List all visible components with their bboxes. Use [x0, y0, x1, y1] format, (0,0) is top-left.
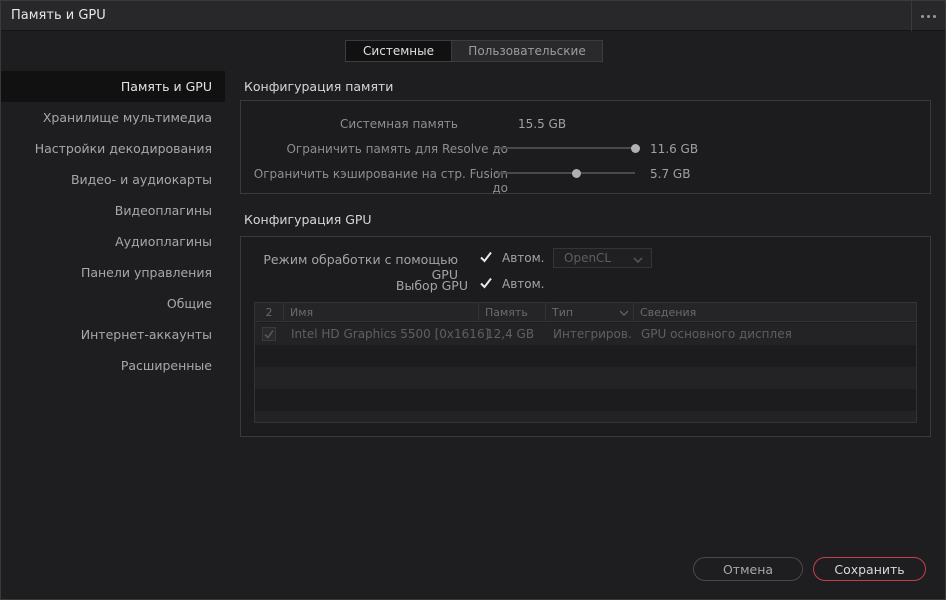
more-options-icon[interactable]: [911, 1, 945, 31]
row-checkbox[interactable]: [259, 323, 281, 345]
save-button[interactable]: Сохранить: [813, 557, 926, 581]
sidebar-item-decode-options[interactable]: Настройки декодирования: [1, 133, 225, 164]
sidebar-item-general[interactable]: Общие: [1, 288, 225, 319]
table-row: [255, 411, 916, 422]
gpu-select-auto-checkbox[interactable]: [479, 276, 493, 290]
table-row: [255, 389, 916, 411]
tab-system[interactable]: Системные: [346, 41, 452, 61]
title-bar: Память и GPU: [1, 1, 945, 31]
fusion-limit-label: Ограничить кэширование на стр. Fusion до: [253, 167, 508, 195]
sidebar-item-memory-gpu[interactable]: Память и GPU: [1, 71, 225, 102]
window-title: Память и GPU: [11, 8, 106, 23]
gpu-type-cell: Интегриров.: [553, 327, 632, 341]
gpu-table: 2 Имя Память Тип Сведения Intel HD Graph…: [254, 302, 917, 423]
resolve-limit-label: Ограничить память для Resolve до: [286, 142, 508, 156]
fusion-limit-value: 5.7 GB: [650, 167, 691, 181]
fusion-limit-slider-handle[interactable]: [571, 169, 581, 178]
gpu-details-cell: GPU основного дисплея: [641, 327, 792, 341]
checkmark-icon: [262, 327, 276, 341]
column-header-memory[interactable]: Память: [479, 303, 546, 322]
gpu-api-dropdown[interactable]: OpenCL: [553, 248, 652, 268]
column-header-details[interactable]: Сведения: [634, 303, 916, 322]
gpu-api-value: OpenCL: [564, 251, 612, 265]
gpu-select-label: Выбор GPU: [395, 278, 468, 293]
system-memory-value: 15.5 GB: [518, 117, 567, 131]
resolve-limit-slider[interactable]: [495, 147, 635, 149]
gpu-select-auto-label: Автом.: [502, 277, 545, 291]
resolve-limit-slider-handle[interactable]: [630, 144, 640, 153]
preferences-window: Память и GPU Системные Пользовательские …: [0, 0, 946, 600]
column-header-count: 2: [255, 303, 284, 322]
gpu-table-header: 2 Имя Память Тип Сведения: [255, 303, 916, 322]
column-header-name[interactable]: Имя: [284, 303, 479, 322]
gpu-memory-cell: 12,4 GB: [486, 327, 535, 341]
gpu-processing-auto-label: Автом.: [502, 251, 545, 265]
table-row: [255, 367, 916, 389]
tab-user[interactable]: Пользовательские: [452, 41, 602, 61]
column-header-type[interactable]: Тип: [546, 303, 634, 322]
gpu-processing-auto-checkbox[interactable]: [479, 250, 493, 264]
gpu-section-title: Конфигурация GPU: [244, 212, 372, 227]
sidebar-item-internet-accounts[interactable]: Интернет-аккаунты: [1, 319, 225, 350]
table-row[interactable]: Intel HD Graphics 5500 [0x1616] 12,4 GB …: [255, 323, 916, 345]
table-row: [255, 345, 916, 367]
system-memory-label: Системная память: [340, 117, 458, 131]
resolve-limit-value: 11.6 GB: [650, 142, 699, 156]
chevron-down-icon: [633, 252, 643, 270]
memory-section-title: Конфигурация памяти: [244, 79, 394, 94]
sidebar-item-video-plugins[interactable]: Видеоплагины: [1, 195, 225, 226]
column-header-type-label: Тип: [552, 306, 574, 319]
sidebar-item-advanced[interactable]: Расширенные: [1, 350, 225, 381]
sidebar-item-media-storage[interactable]: Хранилище мультимедиа: [1, 102, 225, 133]
chevron-down-icon: [619, 310, 629, 316]
gpu-name-cell: Intel HD Graphics 5500 [0x1616]: [291, 327, 490, 341]
sidebar-item-video-audio-io[interactable]: Видео- и аудиокарты: [1, 164, 225, 195]
sidebar-item-audio-plugins[interactable]: Аудиоплагины: [1, 226, 225, 257]
sidebar: Память и GPU Хранилище мультимедиа Настр…: [1, 71, 225, 381]
sidebar-item-control-panels[interactable]: Панели управления: [1, 257, 225, 288]
cancel-button[interactable]: Отмена: [693, 557, 803, 581]
tab-switcher: Системные Пользовательские: [345, 40, 603, 62]
fusion-limit-slider[interactable]: [495, 172, 635, 174]
